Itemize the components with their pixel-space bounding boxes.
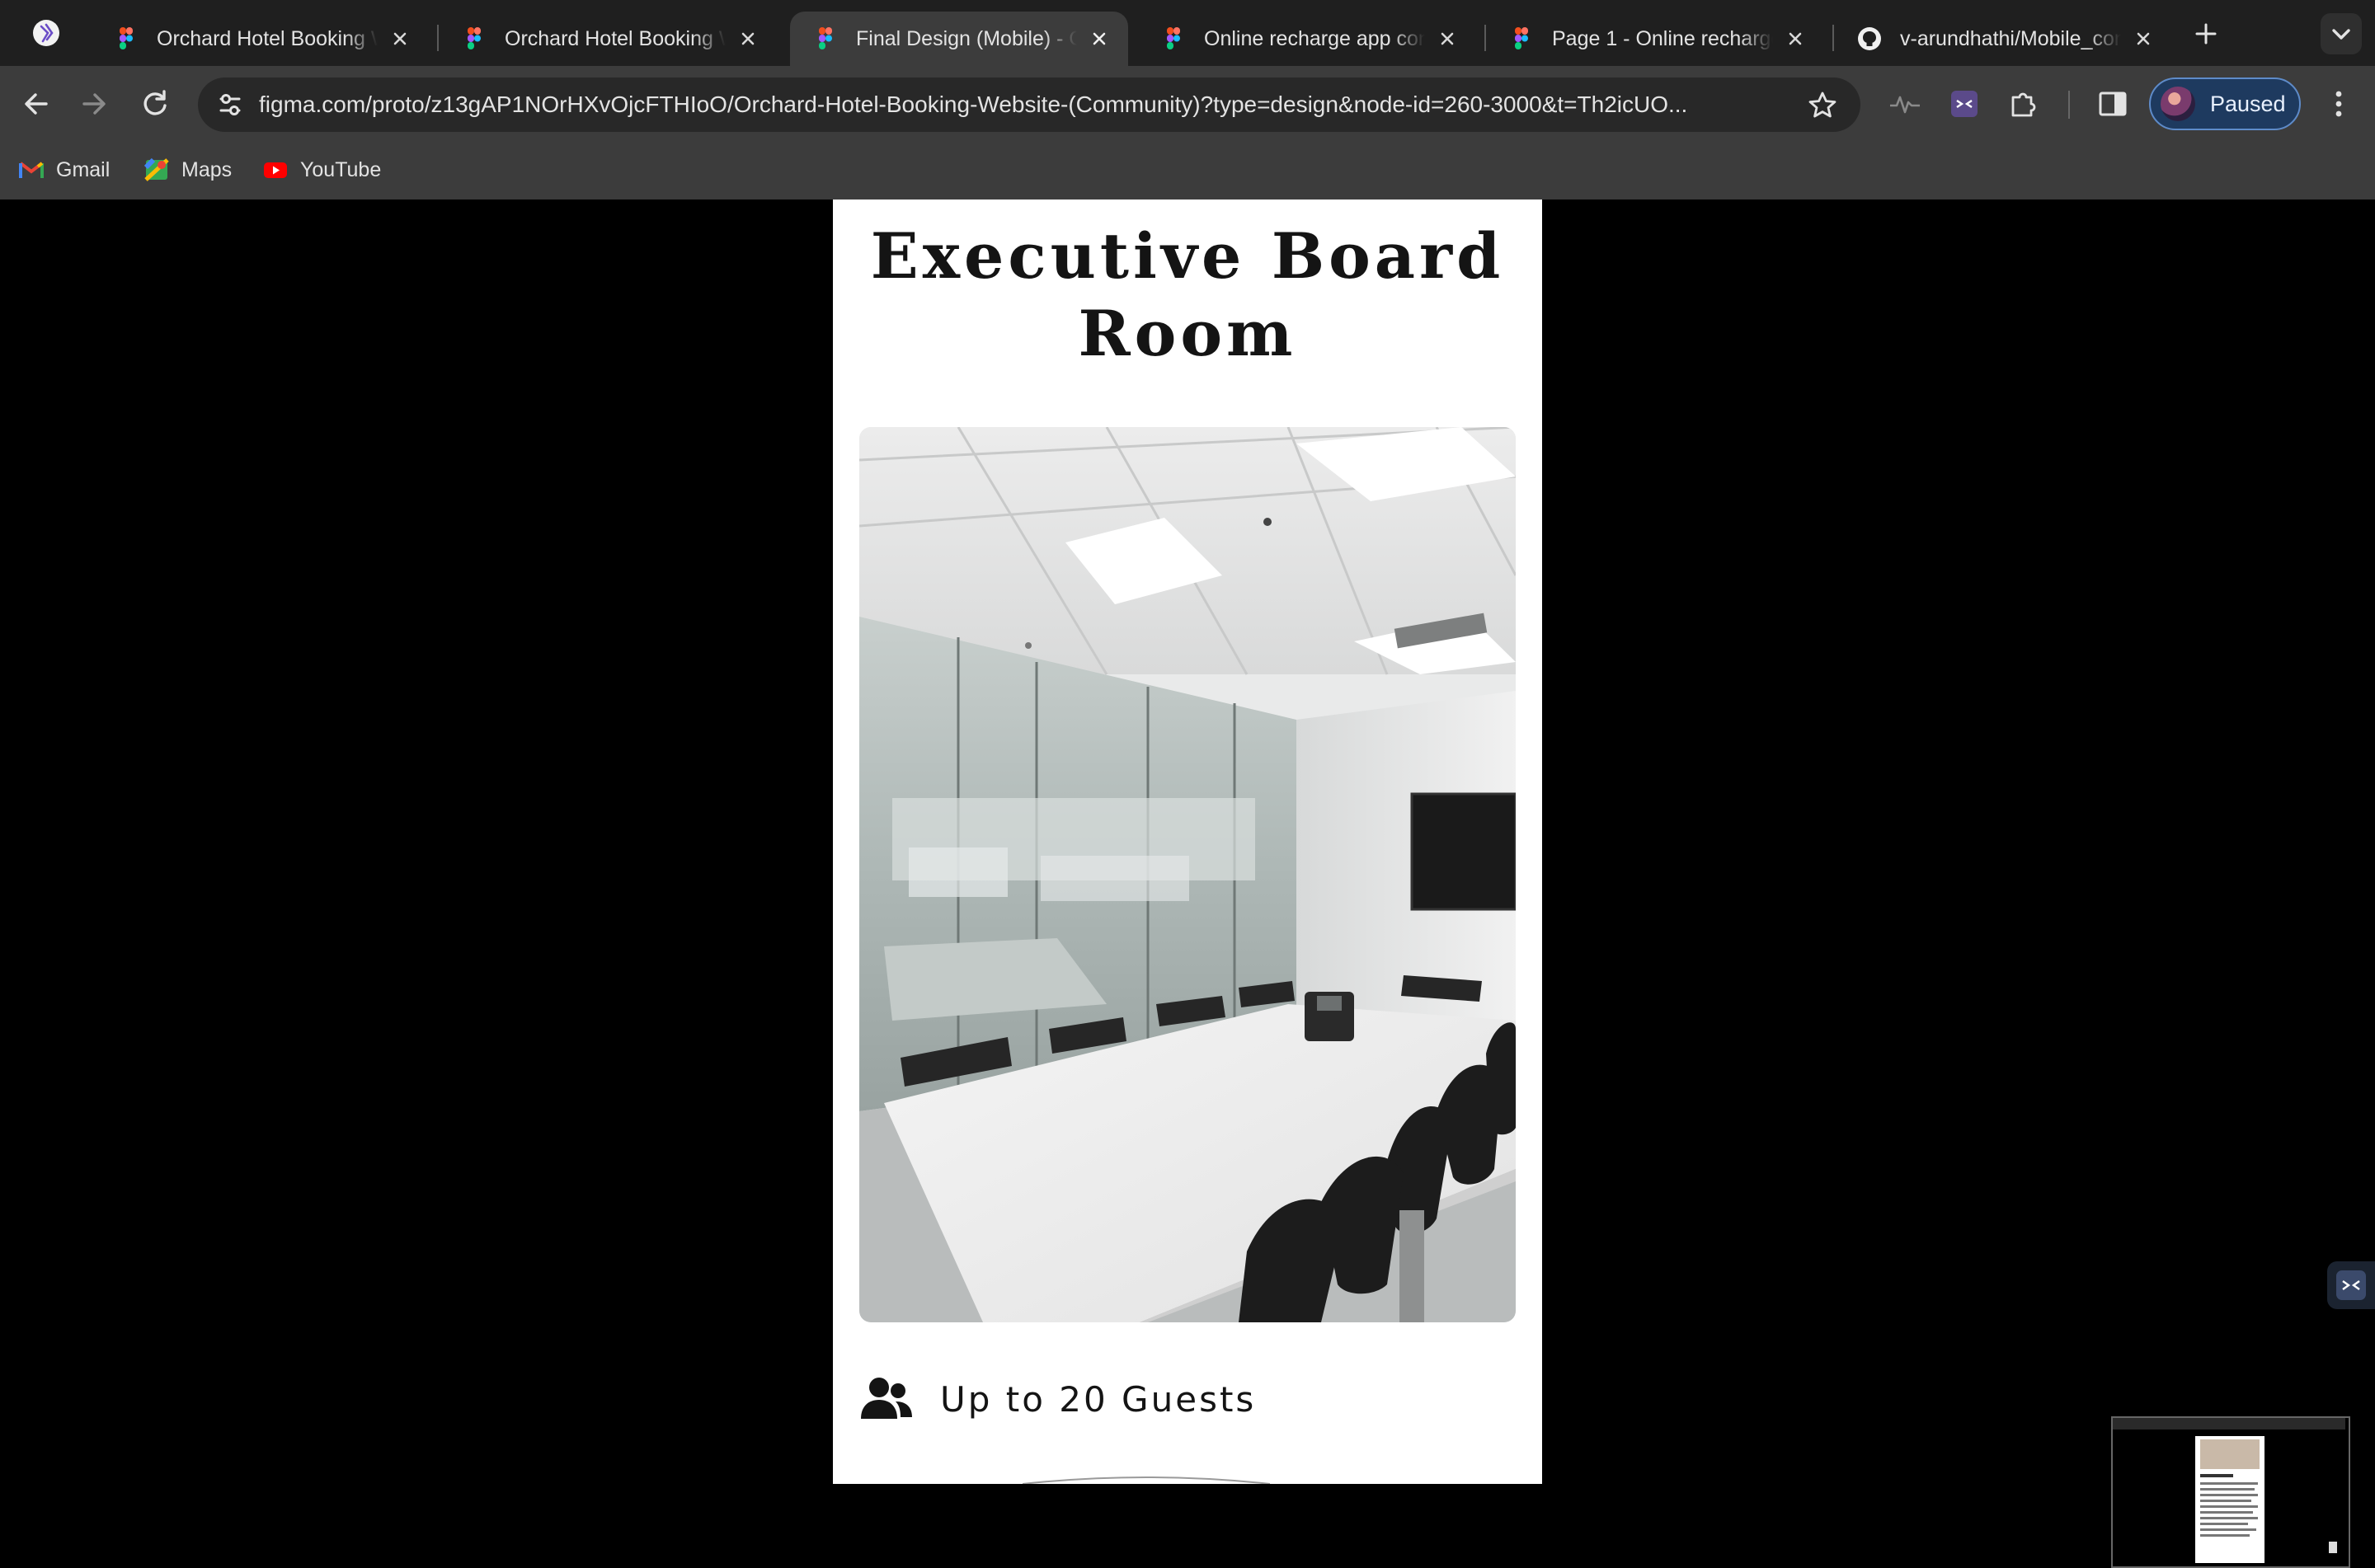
tab-title: Page 1 - Online recharge app <box>1552 26 1773 50</box>
profile-status: Paused <box>2210 91 2286 116</box>
back-icon[interactable] <box>16 84 56 124</box>
tab-orchard-2[interactable]: Orchard Hotel Booking Website (Community… <box>439 12 777 66</box>
toolbar-divider <box>2068 91 2070 119</box>
extension-app-icon <box>2336 1270 2366 1300</box>
bookmark-youtube[interactable]: YouTube <box>262 153 381 186</box>
tab-page-1[interactable]: Page 1 - Online recharge app <box>1486 12 1824 66</box>
close-icon[interactable] <box>1089 28 1110 49</box>
close-icon[interactable] <box>2133 28 2154 49</box>
figma-icon <box>819 27 832 49</box>
room-title: Executive Board Room <box>870 219 1505 370</box>
browser-toolbar: figma.com/proto/z13gAP1NOrHXvOjcFTHIoO/O… <box>0 66 2375 142</box>
close-icon[interactable] <box>1437 28 1458 49</box>
prototype-viewport: Executive Board Room Up to 20 Guests <box>0 200 2375 1568</box>
tab-orchard-1[interactable]: Orchard Hotel Booking Website (Community… <box>91 12 429 66</box>
tab-github[interactable]: v-arundhathi/Mobile_concept <box>1834 12 2172 66</box>
bookmark-label: YouTube <box>300 157 382 181</box>
tab-strip: Orchard Hotel Booking Website (Community… <box>0 0 2375 66</box>
app-launcher-icon[interactable] <box>30 16 63 49</box>
tab-search-button[interactable] <box>2321 13 2362 54</box>
bookmark-star-icon[interactable] <box>1806 89 1839 122</box>
mobile-frame[interactable]: Executive Board Room Up to 20 Guests <box>833 200 1542 1484</box>
maps-icon <box>143 157 169 181</box>
close-icon[interactable] <box>389 28 411 49</box>
side-panel-icon[interactable] <box>2095 86 2131 122</box>
bookmark-maps[interactable]: Maps <box>143 153 232 186</box>
tab-title: Final Design (Mobile) - Orchard Hotel <box>856 26 1077 50</box>
url-text[interactable]: figma.com/proto/z13gAP1NOrHXvOjcFTHIoO/O… <box>259 77 1793 132</box>
tab-online-recharge[interactable]: Online recharge app concept <box>1138 12 1476 66</box>
tab-final-design[interactable]: Final Design (Mobile) - Orchard Hotel <box>790 12 1128 66</box>
extensions-puzzle-icon[interactable] <box>2006 86 2042 122</box>
bookmark-label: Gmail <box>56 157 111 181</box>
chevron-down-icon <box>2332 29 2350 40</box>
board-room-photo <box>859 427 1516 1322</box>
users-icon <box>861 1378 912 1419</box>
tab-title: Orchard Hotel Booking Website (Community… <box>157 26 378 50</box>
figma-icon <box>1167 27 1180 49</box>
tab-title: Online recharge app concept <box>1204 26 1425 50</box>
forward-icon[interactable] <box>74 84 114 124</box>
extension-app-icon[interactable] <box>1946 86 1982 122</box>
profile-button[interactable]: Paused <box>2149 77 2301 130</box>
site-settings-icon[interactable] <box>214 89 246 120</box>
floating-extension-button[interactable] <box>2327 1261 2375 1309</box>
next-section-edge <box>1023 1476 1270 1484</box>
tab-title: Orchard Hotel Booking Website (Community… <box>505 26 726 50</box>
tab-title: v-arundhathi/Mobile_concept <box>1900 26 2121 50</box>
guest-capacity-label: Up to 20 Guests <box>940 1378 1257 1420</box>
youtube-icon <box>264 162 287 178</box>
new-tab-icon[interactable] <box>2190 18 2222 49</box>
screen-preview-thumbnail[interactable] <box>2111 1416 2350 1568</box>
figma-icon <box>1515 27 1528 49</box>
gmail-icon <box>19 162 44 178</box>
bookmark-gmail[interactable]: Gmail <box>18 153 110 186</box>
guest-capacity: Up to 20 Guests <box>859 1370 1256 1428</box>
performance-icon[interactable] <box>1887 86 1923 122</box>
bookmarks-bar: Gmail Maps YouTube <box>0 142 2375 200</box>
address-bar[interactable]: figma.com/proto/z13gAP1NOrHXvOjcFTHIoO/O… <box>198 77 1860 132</box>
close-icon[interactable] <box>737 28 759 49</box>
close-icon[interactable] <box>1785 28 1806 49</box>
figma-icon <box>468 27 481 49</box>
bookmark-label: Maps <box>181 157 233 181</box>
figma-icon <box>120 27 133 49</box>
reload-icon[interactable] <box>135 84 175 124</box>
more-menu-icon[interactable] <box>2324 84 2354 124</box>
github-icon <box>1858 27 1881 50</box>
avatar <box>2161 87 2195 121</box>
